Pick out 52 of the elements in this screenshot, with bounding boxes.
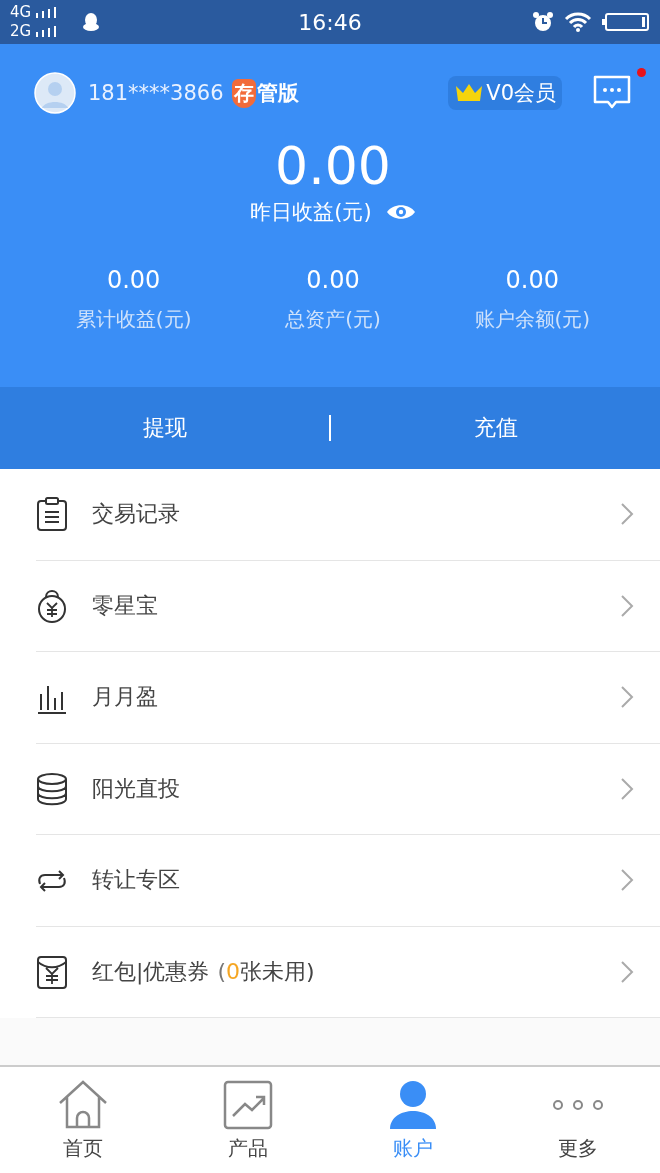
menu-label: 红包|优惠券 (0张未用) xyxy=(92,957,316,987)
chevron-icon xyxy=(620,959,634,984)
more-icon xyxy=(551,1098,604,1111)
deposit-badge: 存 xyxy=(231,78,256,108)
envelope-icon xyxy=(36,954,68,989)
phone-number: 181****3866 xyxy=(88,81,224,105)
badge-label: 管版 xyxy=(256,80,299,107)
stat-label: 累计收益(元) xyxy=(75,306,192,333)
crown-icon xyxy=(454,82,485,104)
menu-label: 零星宝 xyxy=(92,591,159,620)
wifi-icon xyxy=(564,11,592,33)
menu-label: 转让专区 xyxy=(92,866,181,895)
battery-icon xyxy=(602,12,650,32)
network-label: 2G xyxy=(10,22,32,41)
menu-item[interactable]: 月月盈 xyxy=(36,652,660,744)
action-button[interactable]: 提现 xyxy=(0,387,329,469)
tab-item[interactable]: 产品 xyxy=(165,1078,330,1162)
action-button[interactable]: 充值 xyxy=(331,387,660,469)
menu-label: 交易记录 xyxy=(92,500,181,529)
member-label: V0会员 xyxy=(486,80,556,107)
money-bag-icon xyxy=(36,588,68,623)
stat-value: 0.00 xyxy=(306,266,360,294)
stat-value: 0.00 xyxy=(505,266,560,294)
chevron-icon xyxy=(620,868,634,893)
clipboard-icon xyxy=(36,497,68,532)
chevron-icon xyxy=(620,502,634,527)
penguin-icon xyxy=(81,12,102,32)
menu-label: 阳光直投 xyxy=(92,774,181,803)
avatar-icon[interactable] xyxy=(34,72,76,114)
clock-time: 16:46 xyxy=(297,9,363,35)
menu-item[interactable]: 转让专区 xyxy=(36,835,660,927)
menu-item[interactable]: 零星宝 xyxy=(36,560,660,652)
chevron-icon xyxy=(620,685,634,710)
menu-label: 月月盈 xyxy=(92,683,159,712)
menu-item[interactable]: 红包|优惠券 (0张未用) xyxy=(36,926,660,1018)
stat-label: 账户余额(元) xyxy=(474,306,591,333)
yesterday-earnings: 0.00 xyxy=(274,135,392,198)
coin-stack-icon xyxy=(36,771,68,806)
yesterday-label: 昨日收益(元) xyxy=(250,199,372,226)
chevron-icon xyxy=(620,776,634,801)
stat-value: 0.00 xyxy=(106,266,161,294)
tab-item[interactable]: 更多 xyxy=(495,1078,660,1162)
menu-item[interactable]: 交易记录 xyxy=(36,469,660,561)
menu-item[interactable]: 阳光直投 xyxy=(36,743,660,835)
stat-label: 总资产(元) xyxy=(285,306,381,333)
alarm-icon xyxy=(532,11,554,33)
trend-chart-icon xyxy=(221,1078,274,1131)
tab-item[interactable]: 首页 xyxy=(0,1078,165,1162)
eye-icon[interactable] xyxy=(385,202,416,222)
chevron-icon xyxy=(620,593,634,618)
network-label: 4G xyxy=(10,3,32,22)
member-badge[interactable]: V0会员 xyxy=(448,76,562,110)
